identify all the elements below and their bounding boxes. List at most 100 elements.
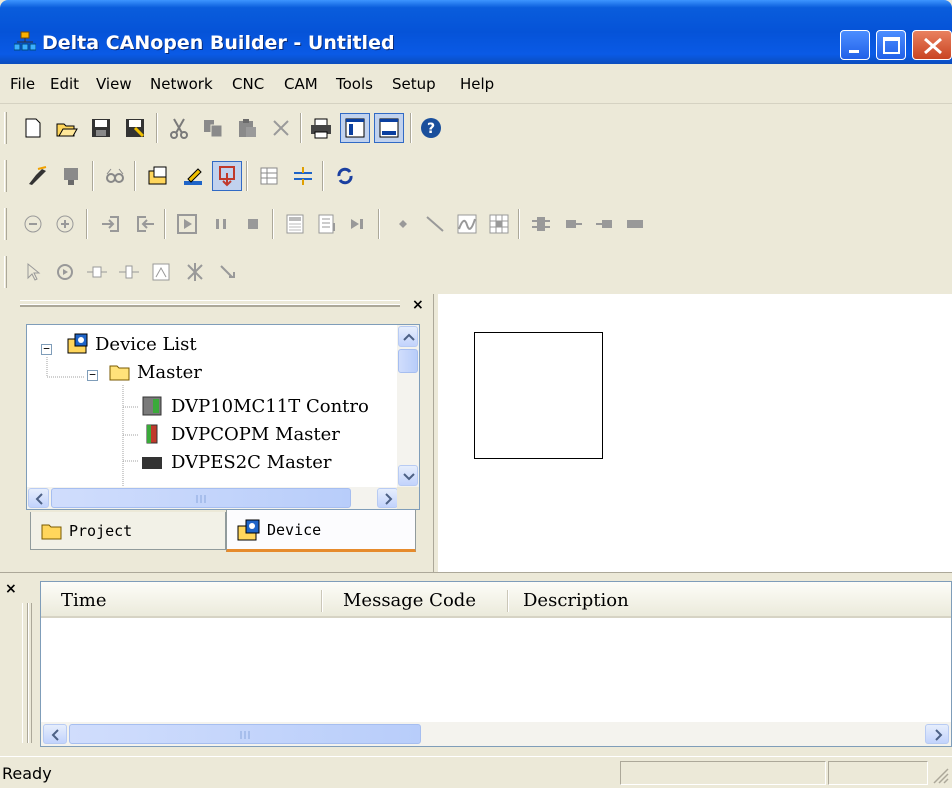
column-header-time[interactable]: Time xyxy=(61,590,106,611)
maximize-button[interactable] xyxy=(876,30,906,60)
column-header-description[interactable]: Description xyxy=(523,590,629,611)
connect-button[interactable] xyxy=(22,161,52,191)
scroll-down-button[interactable] xyxy=(398,465,418,486)
panel-grip[interactable] xyxy=(20,304,400,307)
panel-close-button[interactable]: × xyxy=(412,297,424,313)
scroll-right-button[interactable] xyxy=(377,488,398,508)
menu-file[interactable]: File xyxy=(10,75,35,93)
input-button[interactable] xyxy=(96,209,126,239)
paste-button[interactable] xyxy=(232,113,262,143)
panel-grip[interactable] xyxy=(28,603,32,743)
scroll-left-button[interactable] xyxy=(43,724,67,744)
block-a-button[interactable] xyxy=(526,209,556,239)
grid-button[interactable] xyxy=(484,209,514,239)
run-button[interactable] xyxy=(172,209,202,239)
edit-button[interactable] xyxy=(178,161,208,191)
scroll-thumb[interactable] xyxy=(398,349,418,373)
message-panel: × Time Message Code Description xyxy=(0,572,952,756)
sync-button[interactable] xyxy=(288,161,318,191)
device-button[interactable] xyxy=(56,161,86,191)
output-button[interactable] xyxy=(130,209,160,239)
monitor-button[interactable] xyxy=(100,161,130,191)
toolbar-grip[interactable] xyxy=(4,112,7,144)
menu-view[interactable]: View xyxy=(96,75,132,93)
help-button[interactable]: ? xyxy=(416,113,446,143)
copy-button[interactable] xyxy=(198,113,228,143)
scroll-up-button[interactable] xyxy=(398,326,418,347)
new-button[interactable] xyxy=(18,113,48,143)
tree-item-device[interactable]: DVP10MC11T Contro xyxy=(141,393,369,419)
open-button[interactable] xyxy=(52,113,82,143)
block-c-button[interactable] xyxy=(590,209,620,239)
toolbar-separator xyxy=(156,113,158,143)
scroll-right-button[interactable] xyxy=(925,724,949,744)
view-list-button[interactable] xyxy=(374,113,404,143)
download-button[interactable] xyxy=(212,161,242,191)
menu-setup[interactable]: Setup xyxy=(392,75,436,93)
curve-button[interactable] xyxy=(452,209,482,239)
menu-network[interactable]: Network xyxy=(150,75,213,93)
point-button[interactable] xyxy=(388,209,418,239)
folder-button[interactable] xyxy=(144,161,174,191)
pause-button[interactable] xyxy=(206,209,236,239)
print-button[interactable] xyxy=(306,113,336,143)
block-b-button[interactable] xyxy=(558,209,588,239)
minimize-button[interactable] xyxy=(840,30,870,60)
scroll-thumb[interactable] xyxy=(51,488,351,508)
delete-button[interactable] xyxy=(266,113,296,143)
help-icon: ? xyxy=(421,118,441,138)
node-in-button[interactable] xyxy=(82,257,112,287)
view-tree-button[interactable] xyxy=(340,113,370,143)
tree-horizontal-scrollbar[interactable] xyxy=(27,487,399,509)
stop-button[interactable] xyxy=(238,209,268,239)
stop-icon xyxy=(248,219,258,229)
block-d-button[interactable] xyxy=(620,209,650,239)
tree-item-device[interactable]: DVPCOPM Master xyxy=(141,421,340,447)
line-button[interactable] xyxy=(420,209,450,239)
link-button[interactable] xyxy=(212,257,242,287)
circle-node-button[interactable] xyxy=(50,257,80,287)
network-node-box[interactable] xyxy=(474,332,603,459)
menu-edit[interactable]: Edit xyxy=(50,75,79,93)
tab-device[interactable]: Device xyxy=(226,510,416,552)
cross-button[interactable] xyxy=(180,257,210,287)
grid-icon xyxy=(489,214,509,234)
frame-button[interactable] xyxy=(146,257,176,287)
list-button[interactable] xyxy=(312,209,342,239)
step-button[interactable] xyxy=(342,209,372,239)
pointer-button[interactable] xyxy=(18,257,48,287)
table-button[interactable] xyxy=(254,161,284,191)
save-as-button[interactable] xyxy=(120,113,150,143)
svg-text:?: ? xyxy=(427,121,435,137)
network-canvas[interactable] xyxy=(438,294,952,572)
calc-button[interactable] xyxy=(280,209,310,239)
toolbar-grip[interactable] xyxy=(4,208,7,240)
close-button[interactable] xyxy=(912,30,952,60)
output-icon xyxy=(137,216,154,232)
message-panel-close-button[interactable]: × xyxy=(5,581,17,597)
column-header-message-code[interactable]: Message Code xyxy=(343,590,476,611)
resize-grip-icon[interactable] xyxy=(930,765,950,785)
tree-vertical-scrollbar[interactable] xyxy=(397,325,419,487)
zoom-out-button[interactable] xyxy=(18,209,48,239)
cut-button[interactable] xyxy=(164,113,194,143)
scroll-left-button[interactable] xyxy=(28,488,49,508)
menu-cnc[interactable]: CNC xyxy=(232,75,264,93)
toolbar-grip[interactable] xyxy=(4,256,7,288)
menu-help[interactable]: Help xyxy=(460,75,494,93)
column-divider[interactable] xyxy=(507,590,509,612)
toolbar-separator xyxy=(86,209,88,239)
tab-project[interactable]: Project xyxy=(30,512,226,550)
node-out-button[interactable] xyxy=(114,257,144,287)
zoom-in-button[interactable] xyxy=(50,209,80,239)
toolbar-separator xyxy=(518,209,520,239)
message-list-horizontal-scrollbar[interactable] xyxy=(41,722,951,746)
refresh-button[interactable] xyxy=(330,161,360,191)
toolbar-grip[interactable] xyxy=(4,160,7,192)
column-divider[interactable] xyxy=(321,590,323,612)
save-button[interactable] xyxy=(86,113,116,143)
menu-tools[interactable]: Tools xyxy=(336,75,373,93)
scroll-thumb[interactable] xyxy=(69,724,421,744)
menu-cam[interactable]: CAM xyxy=(284,75,318,93)
tree-item-device[interactable]: DVPES2C Master xyxy=(141,449,332,475)
